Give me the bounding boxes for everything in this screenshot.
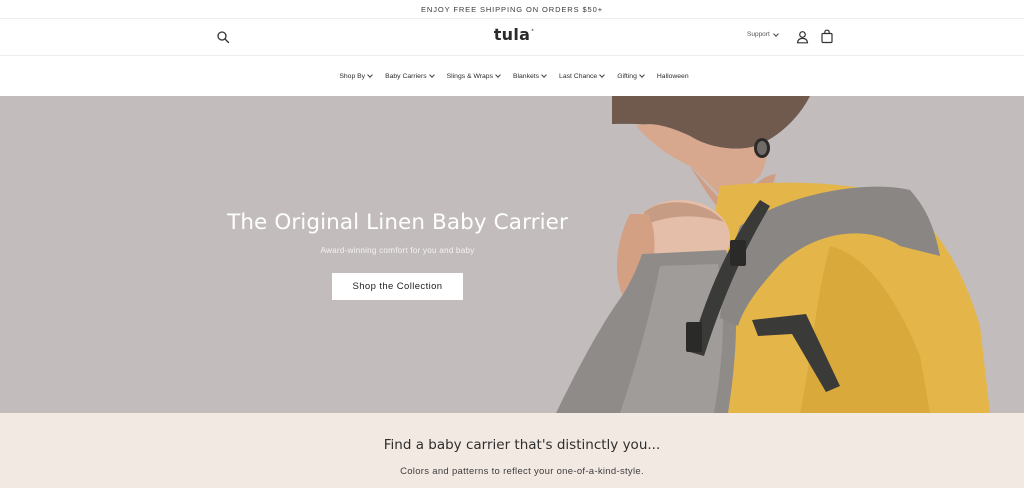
- chevron-down-icon: [772, 30, 779, 37]
- nav-item-label: Halloween: [656, 72, 689, 80]
- support-label: Support: [747, 31, 770, 38]
- hero-title: The Original Linen Baby Carrier: [227, 210, 568, 235]
- nav-item-label: Gifting: [617, 72, 637, 80]
- announcement-text: ENJOY FREE SHIPPING ON ORDERS $50+: [421, 4, 603, 14]
- chevron-down-icon: [541, 72, 547, 78]
- promo-title: Find a baby carrier that's distinctly yo…: [383, 437, 661, 453]
- account-button[interactable]: [796, 30, 809, 44]
- shop-collection-button[interactable]: Shop the Collection: [332, 273, 463, 300]
- account-icon: [796, 31, 809, 44]
- chevron-down-icon: [367, 72, 373, 78]
- nav-item-last-chance[interactable]: Last Chance: [559, 72, 606, 80]
- chevron-down-icon: [599, 72, 606, 78]
- nav-item-label: Blankets: [512, 72, 540, 80]
- nav-item-label: Last Chance: [559, 72, 598, 80]
- support-menu[interactable]: Support: [747, 30, 779, 38]
- announcement-bar: ENJOY FREE SHIPPING ON ORDERS $50+: [0, 0, 1024, 19]
- nav-item-baby-carriers[interactable]: Baby Carriers: [385, 72, 435, 80]
- nav-item-blankets[interactable]: Blankets: [512, 72, 547, 80]
- promo-subtitle: Colors and patterns to reflect your one-…: [400, 466, 644, 477]
- cart-icon: [821, 29, 833, 44]
- hero-subtitle: Award-winning comfort for you and baby: [320, 246, 475, 255]
- site-header: tula ® Support: [0, 19, 1024, 56]
- hero-banner: The Original Linen Baby Carrier Award-wi…: [0, 96, 1024, 413]
- nav-item-label: Baby Carriers: [385, 72, 427, 80]
- nav-item-halloween[interactable]: Halloween: [657, 73, 689, 80]
- nav-item-label: Slings & Wraps: [446, 72, 493, 80]
- logo-text: tula: [493, 25, 531, 44]
- nav-item-label: Shop By: [339, 72, 366, 80]
- nav-item-shop-by[interactable]: Shop By: [339, 72, 373, 80]
- cart-button[interactable]: [820, 29, 834, 44]
- chevron-down-icon: [428, 72, 435, 78]
- promo-section: Find a baby carrier that's distinctly yo…: [0, 413, 1024, 488]
- chevron-down-icon: [639, 72, 645, 78]
- main-nav: Shop By Baby Carriers Slings & Wraps Bla…: [0, 56, 1024, 96]
- logo-mark: ®: [530, 28, 535, 32]
- nav-item-gifting[interactable]: Gifting: [617, 72, 645, 80]
- logo[interactable]: tula ®: [0, 25, 1024, 44]
- nav-item-slings-wraps[interactable]: Slings & Wraps: [446, 72, 501, 80]
- chevron-down-icon: [495, 72, 501, 78]
